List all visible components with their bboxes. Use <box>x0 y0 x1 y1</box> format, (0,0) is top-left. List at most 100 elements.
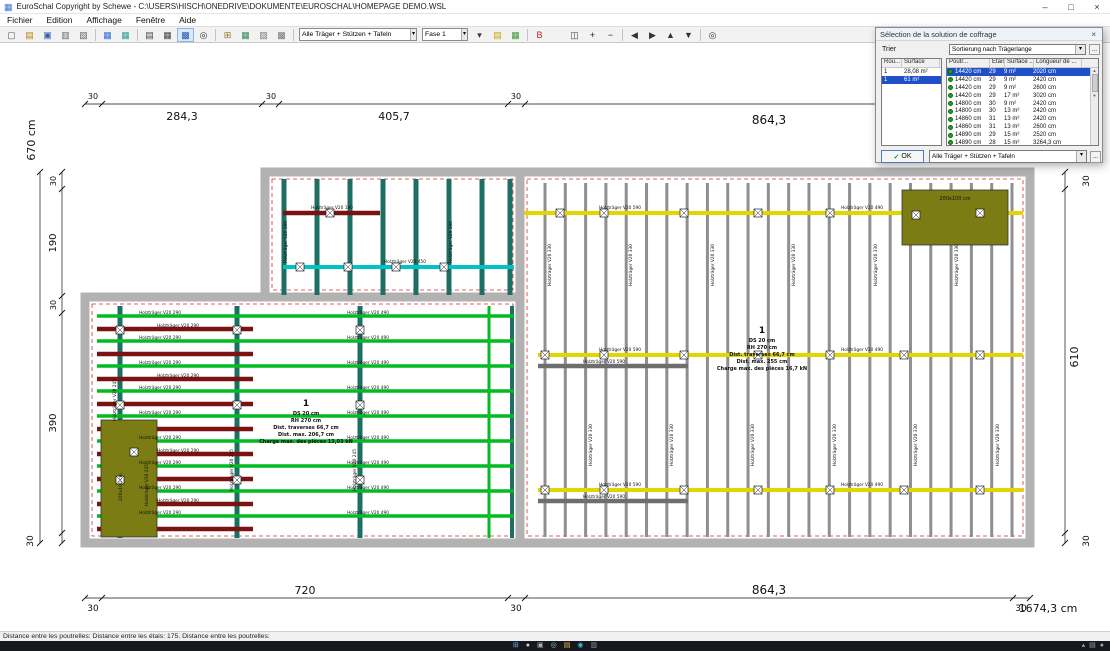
svg-text:Holzträger V20 590: Holzträger V20 590 <box>599 347 641 353</box>
zoom-tool-button[interactable]: ◎ <box>704 28 721 42</box>
solutions-list[interactable]: Poutr...EtaisSurface ...Longueur de ... … <box>946 58 1099 146</box>
solution-row[interactable]: 14800 cm309 m²2420 cm <box>947 100 1098 108</box>
solutions-list-header: Poutr...EtaisSurface ...Longueur de ... <box>947 59 1098 68</box>
taskbar-edge-icon[interactable]: ◉ <box>577 641 583 651</box>
phase-combo[interactable]: Fase 1▾ <box>422 28 468 41</box>
solution-row[interactable]: 14420 cm299 m²2420 cm <box>947 76 1098 84</box>
filter-more-button[interactable]: ... <box>1090 151 1101 163</box>
menu-aide[interactable]: Aide <box>172 15 203 25</box>
column-header[interactable]: Rou... <box>882 59 902 67</box>
open-file-button[interactable]: ▤ <box>21 28 38 42</box>
toolbar-separator <box>293 29 294 41</box>
menu-edition[interactable]: Edition <box>40 15 80 25</box>
titlebar: ▦ EuroSchal Copyright by Schewe - C:\USE… <box>0 0 1110 14</box>
dialog-selection-coffrage: Sélection de la solution de coffrage × T… <box>875 27 1103 163</box>
scroll-down-icon[interactable]: ▼ <box>1091 93 1098 98</box>
results-view-button[interactable]: ▩ <box>273 28 290 42</box>
props-view-button[interactable]: ▨ <box>255 28 272 42</box>
solution-row[interactable]: 14860 cm3113 m²2420 cm <box>947 115 1098 123</box>
solution-row[interactable]: 14420 cm299 m²2600 cm <box>947 84 1098 92</box>
solution-row[interactable]: 14890 cm2815 m²3264,3 cm <box>947 139 1098 146</box>
save-file-button[interactable]: ▣ <box>39 28 56 42</box>
svg-text:1: 1 <box>303 399 309 409</box>
taskbar-search-icon[interactable]: ● <box>526 641 530 651</box>
menu-affichage[interactable]: Affichage <box>80 15 129 25</box>
maximize-button[interactable]: □ <box>1058 0 1084 13</box>
svg-text:30: 30 <box>1082 535 1092 547</box>
toolbar-separator <box>215 29 216 41</box>
taskbar-task-view-icon[interactable]: ▣ <box>537 641 544 651</box>
svg-text:720: 720 <box>295 584 316 597</box>
column-header[interactable]: Longueur de ... <box>1034 59 1082 67</box>
chevron-down-icon[interactable]: ▾ <box>1075 45 1085 54</box>
scroll-up-icon[interactable]: ▲ <box>1091 68 1098 73</box>
solution-row[interactable]: 14860 cm3113 m²2600 cm <box>947 123 1098 131</box>
zoom-in-button[interactable]: + <box>584 28 601 42</box>
toolbar-separator <box>95 29 96 41</box>
chevron-down-icon[interactable]: ▾ <box>461 29 467 40</box>
minimize-button[interactable]: – <box>1032 0 1058 13</box>
solution-icon <box>948 140 953 145</box>
column-header[interactable]: Surface <box>902 59 940 67</box>
fit-window-button[interactable]: ◫ <box>566 28 583 42</box>
menu-fichier[interactable]: Fichier <box>0 15 40 25</box>
svg-text:Holzträger V20 490: Holzträger V20 490 <box>841 482 883 488</box>
stats-chart-button[interactable]: ▦ <box>99 28 116 42</box>
tray-network-icon[interactable]: ▤ <box>1089 641 1096 651</box>
svg-text:Holzträger V20 490: Holzträger V20 490 <box>841 347 883 353</box>
tray-up-icon[interactable]: ▴ <box>1082 641 1086 651</box>
column-header[interactable]: Poutr... <box>947 59 990 67</box>
pan-down-button[interactable]: ▼ <box>680 28 697 42</box>
surface-row[interactable]: 128,08 m² <box>882 68 941 76</box>
layer-yellow-button[interactable]: ▤ <box>489 28 506 42</box>
zoom-out-button[interactable]: − <box>602 28 619 42</box>
view-mode-2-button[interactable]: ▦ <box>159 28 176 42</box>
print-button[interactable]: ▥ <box>57 28 74 42</box>
view-mode-1-button[interactable]: ▤ <box>141 28 158 42</box>
dialog-close-icon[interactable]: × <box>1089 30 1098 39</box>
beams-filter-combo[interactable]: Alle Träger + Stützen + Tafeln▾ <box>299 28 417 41</box>
new-file-button[interactable]: ▢ <box>3 28 20 42</box>
sort-combo[interactable]: Sortierung nach Trägerlange ▾ <box>949 44 1086 55</box>
svg-text:200x100 cm: 200x100 cm <box>939 196 970 202</box>
stats-chart-alt-button[interactable]: ▦ <box>117 28 134 42</box>
solution-row[interactable]: 14800 cm3013 m²2420 cm <box>947 107 1098 115</box>
tray-volume-icon[interactable]: ● <box>1100 641 1104 651</box>
surface-row[interactable]: 161 m² <box>882 76 941 84</box>
chevron-down-icon[interactable]: ▾ <box>410 29 416 40</box>
taskbar-widgets-icon[interactable]: ◎ <box>551 641 557 651</box>
layer-green-button[interactable]: ▦ <box>507 28 524 42</box>
scroll-thumb[interactable] <box>1092 74 1098 92</box>
zoom-button[interactable]: ◎ <box>195 28 212 42</box>
solution-row[interactable]: 14420 cm299 m²2020 cm <box>947 68 1098 76</box>
svg-text:Holzträger V20 330: Holzträger V20 330 <box>669 424 675 466</box>
dialog-titlebar[interactable]: Sélection de la solution de coffrage × <box>876 28 1102 41</box>
taskbar-app-icon[interactable]: ▥ <box>590 641 597 651</box>
pan-left-button[interactable]: ◀ <box>626 28 643 42</box>
sort-more-button[interactable]: ... <box>1089 44 1100 55</box>
print-preview-button[interactable]: ▧ <box>75 28 92 42</box>
pan-right-button[interactable]: ▶ <box>644 28 661 42</box>
phase-dropdown-button[interactable]: ▾ <box>471 28 488 42</box>
filter-combo[interactable]: Alle Träger + Stützen + Tafeln ▾ <box>929 150 1087 163</box>
solutions-scrollbar[interactable]: ▲ ▼ <box>1090 68 1098 145</box>
ok-button[interactable]: ✓ OK <box>881 150 924 163</box>
solution-row[interactable]: 14890 cm2915 m²2520 cm <box>947 131 1098 139</box>
column-header[interactable]: Etais <box>990 59 1005 67</box>
solution-row[interactable]: 14420 cm2917 m²3020 cm <box>947 92 1098 100</box>
taskbar-start-icon[interactable]: ⊞ <box>513 641 519 651</box>
svg-text:Holzträger V20 290: Holzträger V20 290 <box>139 435 181 441</box>
pan-up-button[interactable]: ▲ <box>662 28 679 42</box>
surface-list[interactable]: Rou...Surface 128,08 m²161 m² <box>881 58 942 146</box>
toolbar-separator <box>622 29 623 41</box>
view-mode-3-button[interactable]: ▩ <box>177 28 194 42</box>
taskbar-file-explorer-icon[interactable]: ▤ <box>564 641 571 651</box>
chevron-down-icon[interactable]: ▾ <box>1076 151 1086 162</box>
panels-view-button[interactable]: ▦ <box>237 28 254 42</box>
menu-fentre[interactable]: Fenêtre <box>129 15 172 25</box>
close-button[interactable]: × <box>1084 0 1110 13</box>
table-view-button[interactable]: ⊞ <box>219 28 236 42</box>
svg-text:Holzträger V20 490: Holzträger V20 490 <box>347 510 389 516</box>
bold-red-button[interactable]: B <box>531 28 548 42</box>
column-header[interactable]: Surface ... <box>1005 59 1034 67</box>
